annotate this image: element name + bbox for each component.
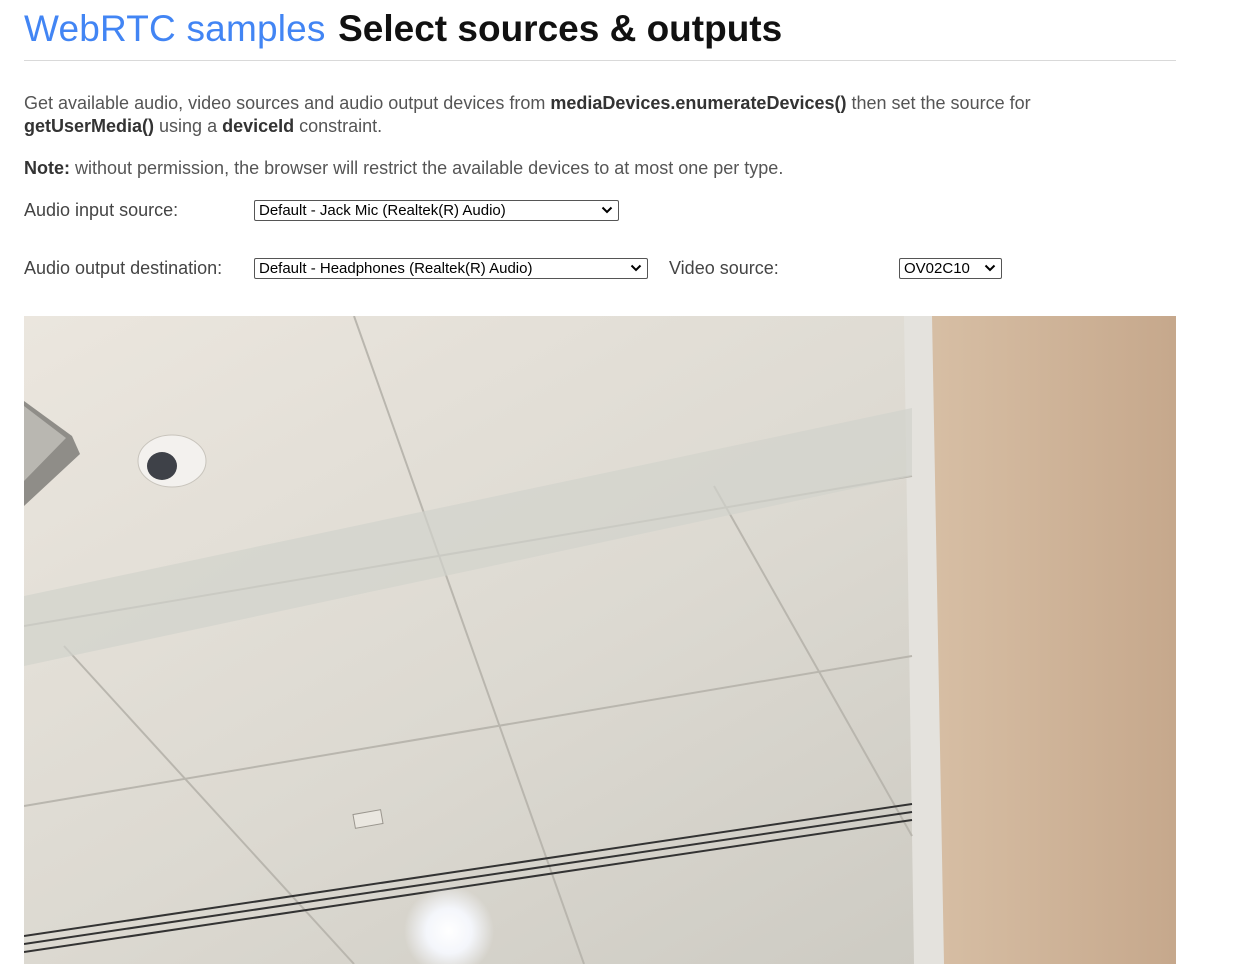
- note-label: Note:: [24, 158, 70, 178]
- description-text-2: then set the source for: [846, 93, 1031, 113]
- audio-output-label: Audio output destination:: [24, 258, 223, 278]
- chevron-down-icon: [601, 206, 613, 214]
- video-preview: [24, 316, 1176, 964]
- audio-input-label: Audio input source:: [24, 200, 179, 220]
- video-source-selected-value: OV02C10: [904, 260, 970, 277]
- chevron-down-icon: [984, 264, 996, 272]
- chevron-down-icon: [630, 264, 642, 272]
- description: Get available audio, video sources and a…: [24, 92, 1104, 138]
- audio-output-selected-value: Default - Headphones (Realtek(R) Audio): [259, 260, 533, 277]
- camera-feed-image: [24, 316, 1176, 964]
- description-code-deviceid: deviceId: [222, 116, 295, 136]
- audio-input-selected-value: Default - Jack Mic (Realtek(R) Audio): [259, 202, 506, 219]
- page-title: Select sources & outputs: [338, 8, 783, 49]
- video-source-select[interactable]: OV02C10: [899, 258, 1002, 279]
- webrtc-samples-link[interactable]: WebRTC samples: [24, 8, 326, 49]
- description-code-enumerate-devices: mediaDevices.enumerateDevices(): [550, 93, 847, 113]
- description-text-3: using a: [154, 116, 223, 136]
- description-text-4: constraint.: [294, 116, 383, 136]
- page: WebRTC samples Select sources & outputs …: [0, 0, 1246, 973]
- audio-input-select[interactable]: Default - Jack Mic (Realtek(R) Audio): [254, 200, 619, 221]
- video-source-label: Video source:: [669, 258, 779, 278]
- description-code-getusermedia: getUserMedia(): [24, 116, 155, 136]
- header: WebRTC samples Select sources & outputs: [24, 6, 1176, 61]
- description-text-1: Get available audio, video sources and a…: [24, 93, 551, 113]
- audio-output-select[interactable]: Default - Headphones (Realtek(R) Audio): [254, 258, 648, 279]
- note: Note: without permission, the browser wi…: [24, 157, 783, 180]
- note-text: without permission, the browser will res…: [70, 158, 784, 178]
